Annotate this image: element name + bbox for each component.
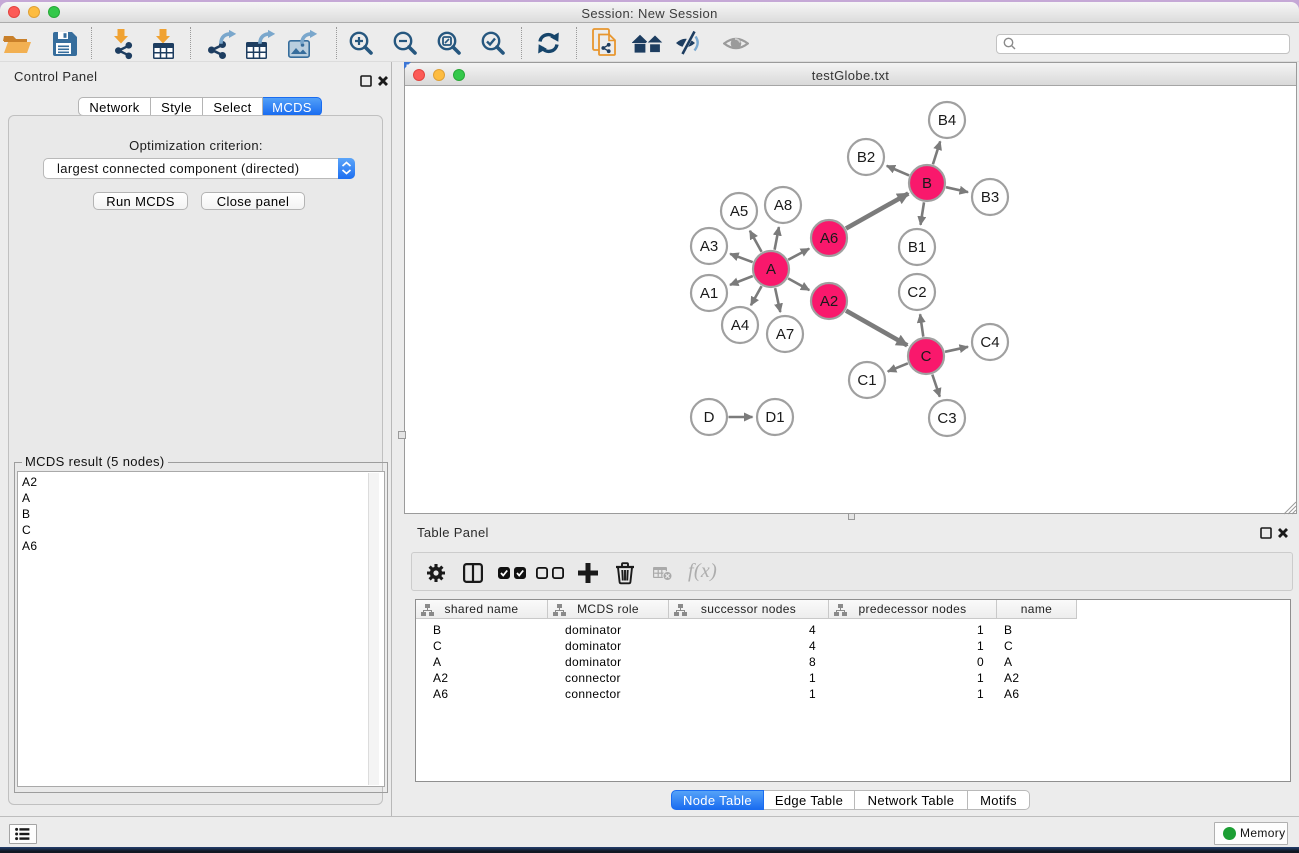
svg-text:B3: B3 — [981, 189, 999, 206]
svg-text:D1: D1 — [765, 409, 784, 426]
svg-text:A7: A7 — [776, 326, 794, 343]
svg-text:B1: B1 — [908, 239, 926, 256]
svg-text:A: A — [766, 261, 776, 278]
svg-text:C3: C3 — [937, 410, 956, 427]
svg-text:C4: C4 — [980, 334, 999, 351]
svg-text:A5: A5 — [730, 203, 748, 220]
svg-text:A3: A3 — [700, 238, 718, 255]
svg-text:A4: A4 — [731, 317, 749, 334]
svg-text:C: C — [921, 348, 932, 365]
svg-text:A8: A8 — [774, 197, 792, 214]
svg-text:A6: A6 — [820, 230, 838, 247]
svg-text:A1: A1 — [700, 285, 718, 302]
svg-text:B4: B4 — [938, 112, 956, 129]
svg-text:C1: C1 — [857, 372, 876, 389]
svg-text:C2: C2 — [907, 284, 926, 301]
svg-text:B: B — [922, 175, 932, 192]
svg-text:D: D — [704, 409, 715, 426]
svg-text:B2: B2 — [857, 149, 875, 166]
svg-text:A2: A2 — [820, 293, 838, 310]
